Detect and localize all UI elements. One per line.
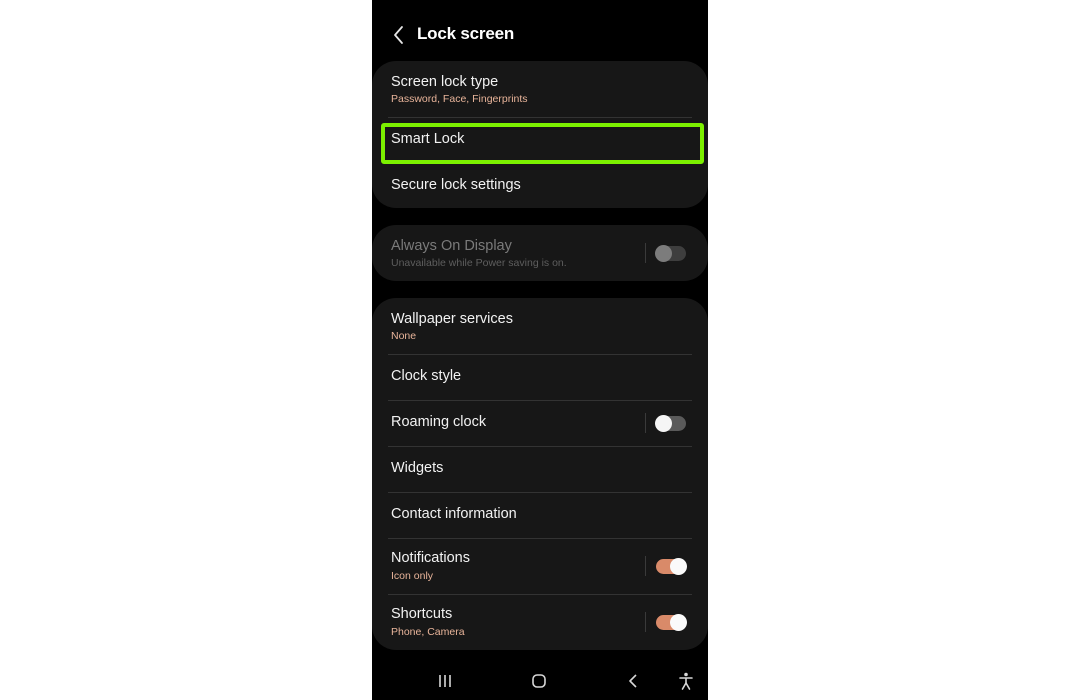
item-label: Always On Display xyxy=(391,238,512,254)
toggle-knob xyxy=(655,415,672,432)
item-sub: Icon only xyxy=(391,570,434,582)
toggle-knob xyxy=(655,245,672,262)
item-sub: Phone, Camera xyxy=(391,626,465,638)
customize-card: Wallpaper services None Clock style Roam… xyxy=(372,298,708,650)
back-icon xyxy=(629,674,637,688)
separator xyxy=(645,556,646,576)
aod-card: Always On Display Unavailable while Powe… xyxy=(372,225,708,281)
toggle-knob xyxy=(670,614,687,631)
accessibility-icon xyxy=(679,672,693,690)
roaming-clock-item[interactable]: Roaming clock xyxy=(372,401,708,446)
home-button[interactable] xyxy=(527,670,551,692)
toggle-knob xyxy=(670,558,687,575)
phone-screen: Lock screen Screen lock type Password, F… xyxy=(372,0,708,700)
contact-information-item[interactable]: Contact information xyxy=(372,493,708,538)
always-on-display-item[interactable]: Always On Display Unavailable while Powe… xyxy=(372,225,708,281)
item-label: Widgets xyxy=(391,460,444,476)
page-title: Lock screen xyxy=(417,24,515,43)
item-sub: Password, Face, Fingerprints xyxy=(391,93,528,105)
item-label: Smart Lock xyxy=(391,131,465,147)
item-label: Screen lock type xyxy=(391,74,499,90)
item-sub: Unavailable while Power saving is on. xyxy=(391,257,567,269)
nav-back-button[interactable] xyxy=(621,670,645,692)
smart-lock-item[interactable]: Smart Lock xyxy=(372,119,708,161)
item-label: Wallpaper services xyxy=(391,311,513,327)
roaming-clock-toggle[interactable] xyxy=(655,415,686,432)
screen-lock-type-item[interactable]: Screen lock type Password, Face, Fingerp… xyxy=(372,61,708,117)
home-icon xyxy=(532,674,546,688)
item-label: Clock style xyxy=(391,368,462,384)
security-card: Screen lock type Password, Face, Fingerp… xyxy=(372,61,708,208)
chevron-left-icon xyxy=(394,26,403,44)
divider xyxy=(388,117,692,118)
item-sub: None xyxy=(391,330,417,342)
item-label: Roaming clock xyxy=(391,414,487,430)
separator xyxy=(645,243,646,263)
secure-lock-settings-item[interactable]: Secure lock settings xyxy=(372,163,708,207)
item-label: Secure lock settings xyxy=(391,177,521,193)
recents-icon xyxy=(439,675,451,687)
item-label: Notifications xyxy=(391,550,470,566)
recents-button[interactable] xyxy=(433,670,457,692)
accessibility-button[interactable] xyxy=(674,670,698,692)
back-button[interactable] xyxy=(390,24,410,46)
shortcuts-toggle[interactable] xyxy=(656,614,687,631)
separator xyxy=(645,413,646,433)
clock-style-item[interactable]: Clock style xyxy=(372,355,708,400)
aod-toggle[interactable] xyxy=(655,245,686,262)
notifications-item[interactable]: Notifications Icon only xyxy=(372,539,708,594)
separator xyxy=(645,612,646,632)
navigation-bar xyxy=(372,660,708,700)
item-label: Shortcuts xyxy=(391,606,453,622)
widgets-item[interactable]: Widgets xyxy=(372,447,708,492)
wallpaper-services-item[interactable]: Wallpaper services None xyxy=(372,298,708,354)
app-bar: Lock screen xyxy=(372,20,708,50)
notifications-toggle[interactable] xyxy=(656,558,687,575)
shortcuts-item[interactable]: Shortcuts Phone, Camera xyxy=(372,595,708,650)
item-label: Contact information xyxy=(391,506,517,522)
